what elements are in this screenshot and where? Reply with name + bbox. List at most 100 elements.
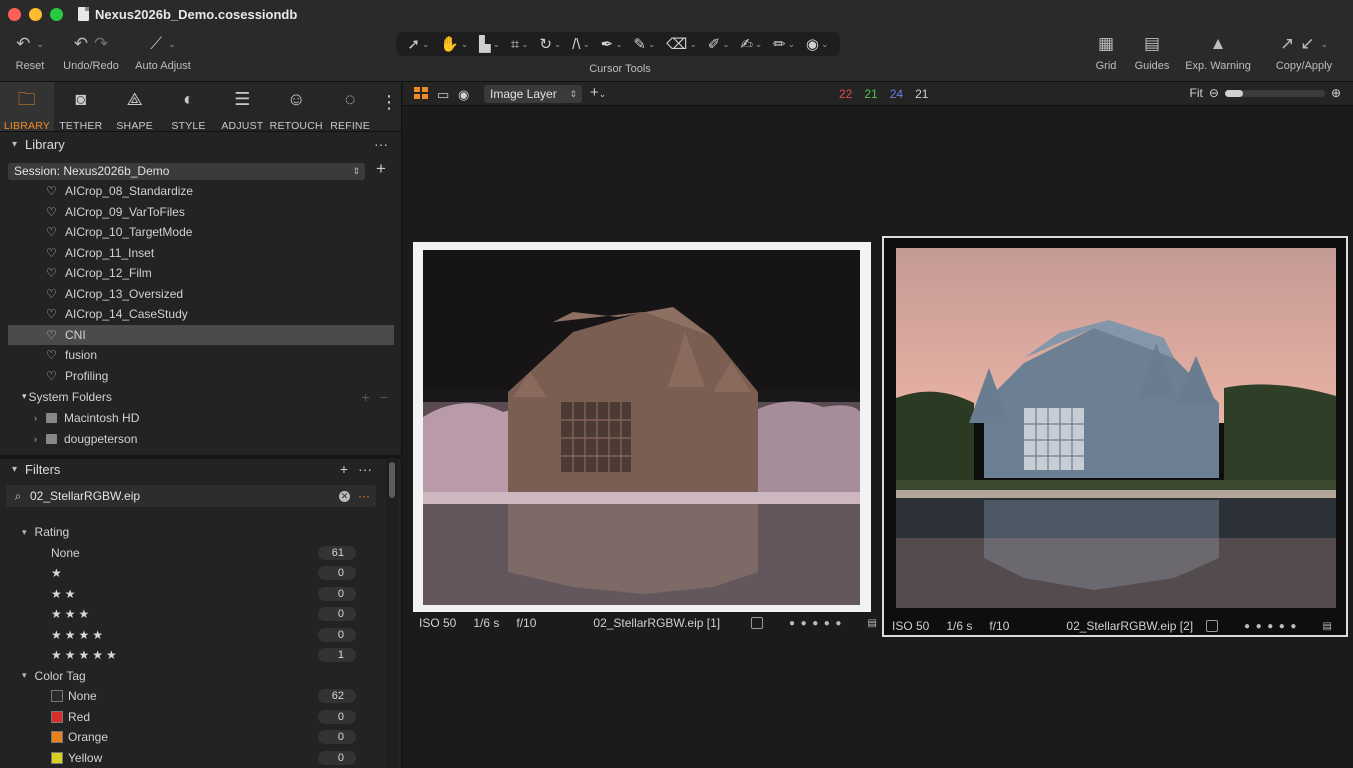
chevron-down-icon: ⌄ bbox=[598, 89, 607, 99]
tab-refine[interactable]: ◌ REFINE bbox=[323, 82, 377, 132]
more-icon[interactable]: ··· bbox=[358, 461, 372, 477]
color-tag-row-red[interactable]: Red 0 bbox=[0, 707, 380, 728]
album-item[interactable]: ♡ fusion bbox=[0, 345, 402, 366]
annotate-tool[interactable]: ✍ ⌄ bbox=[740, 35, 762, 53]
heart-icon: ♡ bbox=[46, 286, 57, 301]
add-folder-icon[interactable]: + bbox=[362, 389, 370, 405]
layer-select[interactable]: Image Layer ⇕ bbox=[484, 85, 582, 103]
image-info-2: ISO 50 1/6 s f/10 02_StellarRGBW.eip [2]… bbox=[892, 619, 1332, 633]
system-folders-header[interactable]: ▾ System Folders + − bbox=[0, 386, 402, 407]
tab-adjust[interactable]: ☰ ADJUST bbox=[215, 82, 269, 132]
rating-row-none[interactable]: None 61 bbox=[0, 543, 380, 564]
color-tag-header[interactable]: ▾ Color Tag bbox=[0, 666, 380, 687]
rating-row-1[interactable]: ★ 0 bbox=[0, 563, 380, 584]
rating-row-4[interactable]: ★★★★ 0 bbox=[0, 625, 380, 646]
rating-dots[interactable]: ● ● ● ● ● bbox=[789, 618, 841, 629]
apply-arrow-icon[interactable]: ↙ bbox=[1300, 34, 1314, 54]
zoom-in-icon[interactable]: ⊕ bbox=[1331, 86, 1341, 100]
album-item[interactable]: ♡ Profiling bbox=[0, 366, 402, 387]
picker-tool[interactable]: ✐ ⌄ bbox=[708, 35, 730, 53]
remove-folder-icon[interactable]: − bbox=[380, 389, 388, 405]
zoom-out-icon[interactable]: ⊖ bbox=[1209, 86, 1219, 100]
color-tag-row-yellow[interactable]: Yellow 0 bbox=[0, 748, 380, 768]
album-item[interactable]: ♡ AICrop_08_Standardize bbox=[0, 181, 402, 202]
rating-row-3[interactable]: ★★★ 0 bbox=[0, 604, 380, 625]
search-options-icon[interactable]: ··· bbox=[358, 489, 370, 503]
rotate-tool[interactable]: ↻ ⌄ bbox=[539, 35, 561, 53]
grid-view-icon[interactable] bbox=[414, 87, 428, 100]
swatch-red bbox=[51, 710, 63, 723]
undo-redo-button[interactable]: ↶ ↷ Undo/Redo bbox=[62, 32, 120, 72]
filters-header[interactable]: ▾ Filters + ··· bbox=[0, 457, 402, 481]
add-album-button[interactable]: + bbox=[376, 159, 386, 179]
loupe-tool[interactable]: ◉ ⌄ bbox=[806, 35, 829, 53]
color-tag-row-orange[interactable]: Orange 0 bbox=[0, 727, 380, 748]
rating-header[interactable]: ▾ Rating bbox=[0, 522, 380, 543]
folder-item[interactable]: › dougpeterson bbox=[0, 428, 402, 449]
image-thumbnail-negative[interactable] bbox=[413, 242, 871, 612]
album-item-selected[interactable]: ♡ CNI bbox=[8, 324, 394, 345]
close-window-button[interactable] bbox=[8, 8, 21, 21]
session-select[interactable]: Session: Nexus2026b_Demo ⇕ bbox=[8, 163, 365, 180]
crop-tool[interactable]: ⌗ ⌄ bbox=[511, 36, 529, 53]
more-tabs-button[interactable]: ⋮ bbox=[377, 82, 401, 131]
guides-button[interactable]: ▤ Guides bbox=[1131, 32, 1173, 72]
album-item[interactable]: ♡ AICrop_14_CaseStudy bbox=[0, 304, 402, 325]
library-header[interactable]: ▾ Library ··· bbox=[0, 132, 402, 156]
rating-row-5[interactable]: ★★★★★ 1 bbox=[0, 645, 380, 666]
brush-tool[interactable]: ✎ ⌄ bbox=[633, 35, 655, 53]
count-badge: 62 bbox=[318, 689, 356, 704]
add-filter-icon[interactable]: + bbox=[340, 461, 348, 477]
album-item[interactable]: ♡ AICrop_09_VarToFiles bbox=[0, 202, 402, 223]
undo-icon[interactable]: ↶ bbox=[74, 34, 88, 54]
clear-search-icon[interactable]: ✕ bbox=[339, 490, 350, 502]
pan-tool[interactable]: ✋ ⌄ bbox=[440, 35, 468, 53]
album-item[interactable]: ♡ AICrop_13_Oversized bbox=[0, 284, 402, 305]
album-item[interactable]: ♡ AICrop_11_Inset bbox=[0, 243, 402, 264]
color-tag-row-none[interactable]: None 62 bbox=[0, 686, 380, 707]
reset-button[interactable]: ↶ ⌄ Reset bbox=[6, 32, 54, 72]
stamp-tool[interactable]: ▙ ⌄ bbox=[479, 35, 500, 53]
single-view-icon[interactable]: ▭ bbox=[437, 87, 449, 103]
folder-item[interactable]: › Macintosh HD bbox=[0, 407, 402, 428]
copy-apply-button[interactable]: ↗ ↙ ⌄ Copy/Apply bbox=[1272, 32, 1336, 72]
filter-search-input[interactable]: ⌕ 02_StellarRGBW.eip ✕ ··· bbox=[6, 485, 376, 507]
tab-shape[interactable]: ⟁ SHAPE bbox=[108, 82, 162, 132]
rating-row-2[interactable]: ★★ 0 bbox=[0, 584, 380, 605]
image-thumbnail-positive[interactable] bbox=[882, 236, 1348, 637]
add-layer-button[interactable]: +⌄ bbox=[590, 84, 606, 101]
zoom-slider[interactable] bbox=[1224, 89, 1325, 97]
tab-tether[interactable]: ◙ TETHER bbox=[54, 82, 108, 132]
zoom-window-button[interactable] bbox=[50, 8, 63, 21]
eraser-tool[interactable]: ⌫ ⌄ bbox=[666, 35, 697, 53]
tab-retouch[interactable]: ☺ RETOUCH bbox=[269, 82, 323, 132]
auto-adjust-button[interactable]: ⟋ ⌄ Auto Adjust bbox=[132, 32, 194, 72]
star-icons: ★ bbox=[51, 566, 65, 581]
pen-tool[interactable]: ✒ ⌄ bbox=[601, 35, 623, 53]
select-tool[interactable]: ➚ ⌄ bbox=[407, 35, 429, 53]
rating-dots[interactable]: ● ● ● ● ● bbox=[1244, 621, 1296, 632]
mask-tool[interactable]: ✏ ⌄ bbox=[773, 35, 795, 53]
select-checkbox[interactable] bbox=[1206, 620, 1218, 632]
scrollbar-thumb[interactable] bbox=[389, 462, 395, 498]
copy-arrow-icon[interactable]: ↗ bbox=[1280, 34, 1294, 54]
filters-scrollbar[interactable] bbox=[386, 458, 398, 768]
info-icon[interactable]: ▤ bbox=[1322, 621, 1331, 632]
select-checkbox[interactable] bbox=[751, 617, 763, 629]
keystone-tool[interactable]: /\ ⌄ bbox=[572, 36, 590, 53]
camera-icon: ◙ bbox=[75, 89, 87, 109]
tab-style[interactable]: ◐ STYLE bbox=[162, 82, 216, 132]
more-icon[interactable]: ··· bbox=[374, 136, 388, 152]
album-item[interactable]: ♡ AICrop_12_Film bbox=[0, 263, 402, 284]
count-badge: 0 bbox=[318, 586, 356, 601]
zoom-fit-label[interactable]: Fit bbox=[1190, 86, 1203, 100]
album-item[interactable]: ♡ AICrop_10_TargetMode bbox=[0, 222, 402, 243]
exposure-warning-button[interactable]: ▲ Exp. Warning bbox=[1184, 32, 1252, 72]
redo-icon[interactable]: ↷ bbox=[94, 34, 108, 54]
minimize-window-button[interactable] bbox=[29, 8, 42, 21]
tab-library[interactable]: 🗀 LIBRARY bbox=[0, 82, 54, 132]
info-icon[interactable]: ▤ bbox=[867, 618, 876, 629]
color-tag-label: Red bbox=[68, 709, 91, 724]
proof-view-icon[interactable]: ◉ bbox=[458, 87, 469, 103]
grid-button[interactable]: ▦ Grid bbox=[1088, 32, 1124, 72]
